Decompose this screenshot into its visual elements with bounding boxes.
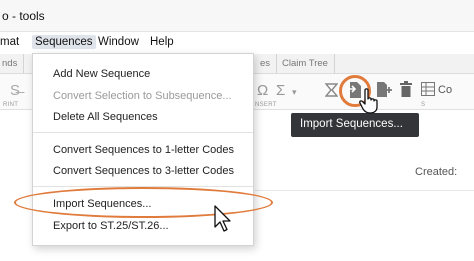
title-bar: o - tools [0,0,474,32]
omega-icon[interactable]: Ω [257,83,268,98]
chevron-down-icon[interactable]: ▾ [292,85,297,100]
strikethrough-icon[interactable]: S̶ [10,83,20,98]
menu-item-add-new-sequence[interactable]: Add New Sequence [53,68,150,80]
window-title: o - tools [2,9,45,23]
menu-item-export-st25-st26[interactable]: Export to ST.25/ST.26... [53,220,169,232]
menu-item-convert-3-letter[interactable]: Convert Sequences to 3-letter Codes [53,165,234,177]
content-divider [255,190,474,191]
import-menu-item-highlight [14,187,273,218]
arrow-cursor-icon [214,205,231,232]
tab-commands[interactable]: nds [0,54,25,74]
tab-sequences[interactable]: es [254,54,278,74]
menu-bar: mat Sequences Window Help [0,32,474,54]
toolbar-caption-insert: NSERT [255,102,277,108]
import-sequences-tooltip: Import Sequences... [291,113,419,137]
sum-icon[interactable]: Σ [276,83,285,98]
menu-item-delete-all[interactable]: Delete All Sequences [53,111,158,123]
menu-item-convert-selection: Convert Selection to Subsequence... [53,90,232,102]
tab-claim-tree[interactable]: Claim Tree [276,54,335,74]
pointer-cursor-icon [359,88,378,114]
app-window: o - tools mat Sequences Window Help nds … [0,0,474,261]
x-icon[interactable] [324,83,339,100]
created-label: Created: [415,166,458,178]
menu-window[interactable]: Window [98,36,139,48]
menu-format[interactable]: mat [0,36,19,48]
trash-icon[interactable] [400,81,412,100]
toolbar-caption-s: S [421,102,426,108]
menu-sequences[interactable]: Sequences [32,35,96,49]
toolbar-trailing-label[interactable]: Co [438,84,452,96]
table-icon[interactable] [421,82,435,99]
toolbar-caption-print: RINT [3,102,19,108]
menu-separator [33,132,253,133]
menu-item-convert-1-letter[interactable]: Convert Sequences to 1-letter Codes [53,144,234,156]
menu-help[interactable]: Help [150,36,174,48]
